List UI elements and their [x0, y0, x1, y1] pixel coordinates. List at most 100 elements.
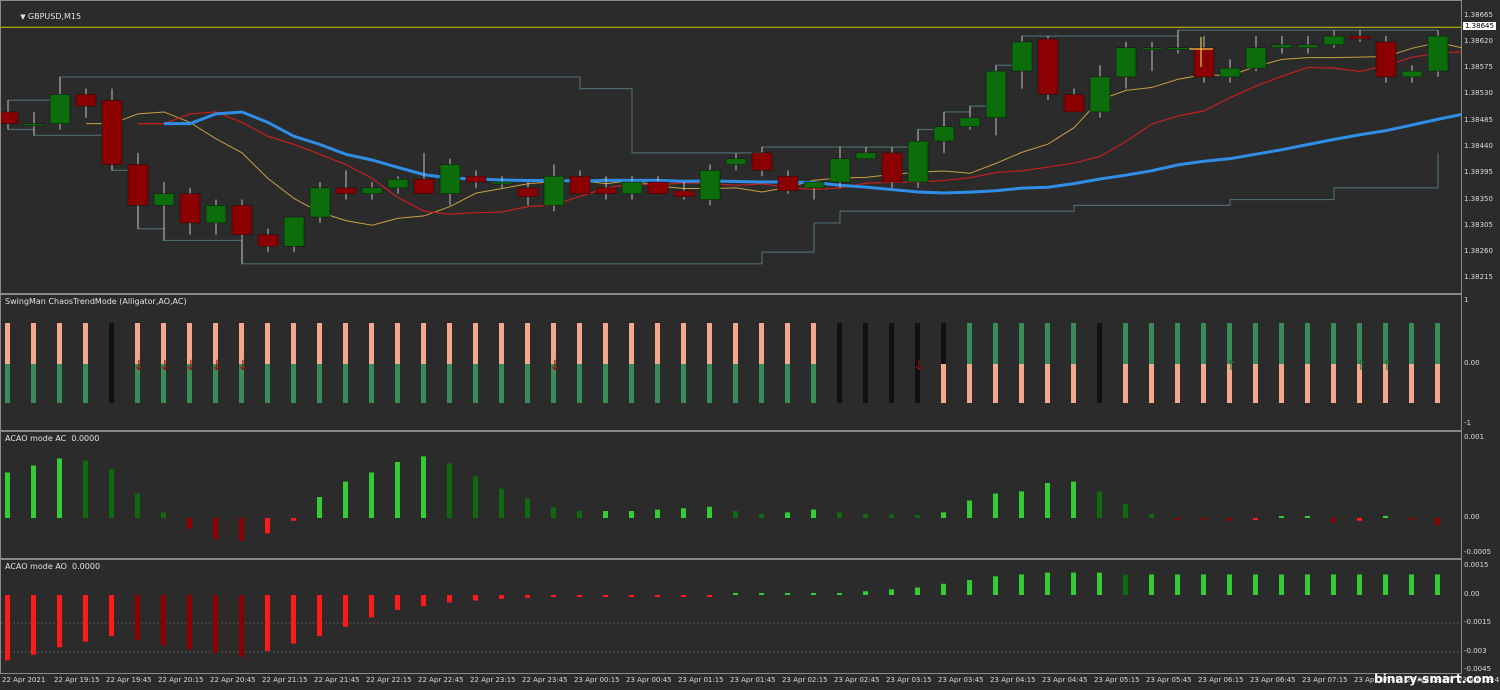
ao-bar [83, 595, 88, 642]
price-tick-label: 1.38260 [1464, 247, 1493, 256]
swing-bar-lower [109, 364, 114, 403]
swing-bar-lower [1305, 364, 1310, 403]
swing-bar-upper [369, 323, 374, 364]
swing-bar-upper [1201, 323, 1206, 364]
swing-bar-lower [733, 364, 738, 403]
swing-bar-upper [31, 323, 36, 364]
ao-bar [343, 595, 348, 627]
ao-bar [863, 591, 868, 595]
time-tick-label: 22 Apr 22:45 [418, 676, 464, 684]
candle-body [725, 158, 747, 165]
candle-body [387, 178, 409, 189]
price-tick-label: 1.38350 [1464, 194, 1493, 203]
time-tick-label: 23 Apr 02:45 [834, 676, 880, 684]
swing-bar-upper [395, 323, 400, 364]
ac-panel[interactable]: ACAO mode AC 0.0000 [0, 431, 1462, 559]
candle-body [1193, 47, 1215, 78]
swing-bar-lower [785, 364, 790, 403]
candle-body [855, 152, 877, 159]
swingman-panel[interactable]: ↓ ↓ ↓ ↓ ↓ ↓ ↓ ↑ ↑ ↑ SwingMan ChaosTrendMode (Alli… [0, 294, 1462, 431]
swing-bar-upper [1331, 323, 1336, 364]
candle-body [1141, 47, 1163, 50]
swing-tick-label: -1 [1464, 419, 1471, 427]
ac-bar [681, 508, 686, 518]
ac-bar [1253, 518, 1258, 520]
swing-bar-lower [57, 364, 62, 403]
ac-bar [317, 497, 322, 518]
ao-bar [1331, 574, 1336, 595]
swing-bar-lower [967, 364, 972, 403]
candle-body [1349, 35, 1371, 40]
ao-bar [1175, 574, 1180, 595]
candle-body [1245, 47, 1267, 69]
ac-bar [1357, 518, 1362, 521]
swing-bar-upper [1175, 323, 1180, 364]
channel-lower-line [8, 128, 1439, 265]
time-tick-label: 23 Apr 01:15 [678, 676, 724, 684]
ac-bar [967, 500, 972, 518]
candle-body [959, 117, 981, 127]
time-tick-label: 23 Apr 06:45 [1250, 676, 1296, 684]
price-chart-panel[interactable]: ▼ GBPUSD,M15 [0, 0, 1462, 294]
candle-body [491, 181, 513, 185]
ao-bar [265, 595, 270, 651]
swing-bar-upper [1019, 323, 1024, 364]
ac-bar [395, 462, 400, 518]
ac-bar [525, 498, 530, 518]
ac-bar [1097, 491, 1102, 518]
candle-body [751, 152, 773, 171]
swing-bar-lower [473, 364, 478, 403]
ac-bar [499, 488, 504, 518]
candle-body [49, 94, 71, 124]
candle-body [1401, 70, 1423, 78]
ao-bar [577, 595, 582, 597]
swingman-title: SwingMan ChaosTrendMode (Alligator,AO,AC… [5, 297, 187, 306]
swing-bar-upper [265, 323, 270, 364]
ac-bar [1071, 481, 1076, 518]
ao-panel[interactable]: ACAO mode AO 0.0000 [0, 559, 1462, 674]
ac-bar [837, 512, 842, 518]
swing-bar-upper [5, 323, 10, 364]
swing-bar-lower [1123, 364, 1128, 403]
price-tick-label: 1.38215 [1464, 273, 1493, 282]
time-tick-label: 22 Apr 23:45 [522, 676, 568, 684]
ac-tick-label: 0.001 [1464, 433, 1485, 441]
ao-bar [187, 595, 192, 650]
time-tick-label: 23 Apr 01:45 [730, 676, 776, 684]
candle-body [673, 190, 695, 197]
swing-bar-lower [1149, 364, 1154, 403]
ac-bar [1305, 516, 1310, 518]
ac-bar [551, 507, 556, 518]
swing-bar-lower [1331, 364, 1336, 403]
price-chart-svg [1, 26, 1461, 265]
ao-bar [1253, 574, 1258, 595]
ao-bar [447, 595, 452, 603]
ao-bar [1357, 574, 1362, 595]
swing-bar-upper [733, 323, 738, 364]
alligator-jaw-line [164, 110, 1461, 195]
ac-bar [733, 511, 738, 518]
candle-body [777, 175, 799, 192]
candle-body [595, 187, 617, 194]
ao-bar [1123, 574, 1128, 595]
ao-tick-label: -0.003 [1464, 647, 1487, 655]
swing-bar-lower [447, 364, 452, 403]
ac-tick-label: 0.00 [1464, 513, 1480, 521]
ao-bar [681, 595, 686, 597]
ac-bar [629, 511, 634, 518]
swing-bar-lower [1045, 364, 1050, 403]
ac-bar [655, 509, 660, 518]
swing-bar-lower [681, 364, 686, 403]
price-axis[interactable]: 1.38665 1.38620 1.38575 1.38530 1.38485 1.384… [1462, 0, 1500, 294]
swing-bar-lower [1175, 364, 1180, 403]
swing-bar-lower [629, 364, 634, 403]
swing-tick-label: 0.00 [1464, 359, 1480, 367]
chart-symbol-title[interactable]: ▼ GBPUSD,M15 [5, 3, 81, 30]
dropdown-triangle-icon[interactable]: ▼ [20, 13, 28, 21]
ac-bar [1175, 518, 1180, 520]
swing-bar-upper [1123, 323, 1128, 364]
ao-bar [603, 595, 608, 597]
ac-bar [759, 513, 764, 518]
swing-bar-upper [499, 323, 504, 364]
ac-bar [889, 514, 894, 518]
